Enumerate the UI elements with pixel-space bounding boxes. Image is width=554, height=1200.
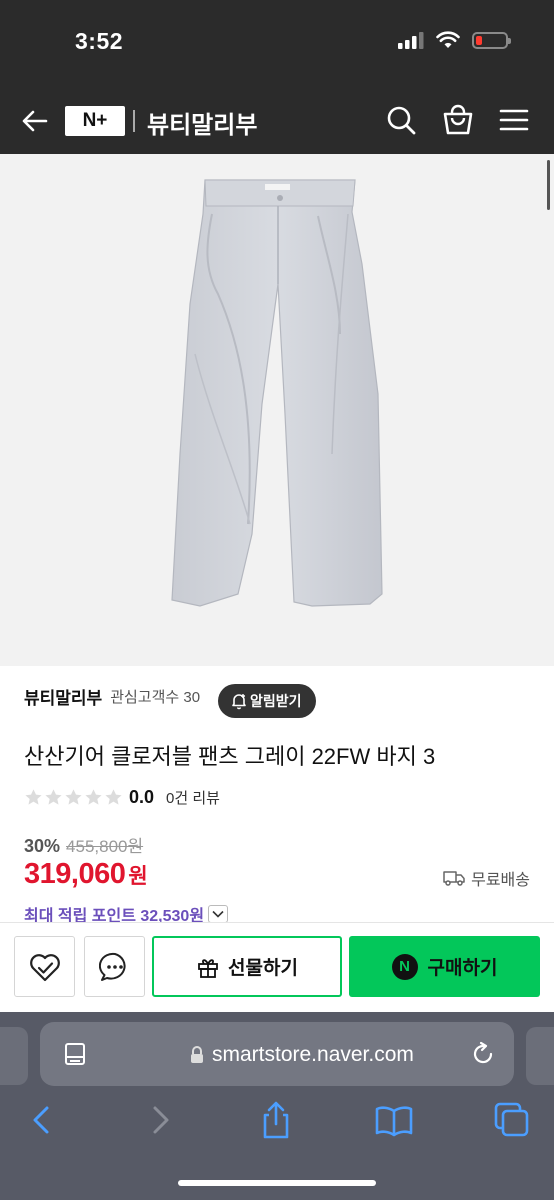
rating-value: 0.0 — [129, 787, 155, 807]
price-row: 319,060 원 — [24, 858, 148, 891]
home-indicator — [178, 1180, 376, 1186]
discount-rate: 30% — [24, 836, 61, 856]
seller-name[interactable]: 뷰티말리부 — [24, 684, 102, 709]
app-header: N+ 뷰티말리부 — [0, 88, 554, 154]
tabs-icon[interactable] — [492, 1100, 532, 1140]
star-icon — [105, 789, 122, 805]
browser-toolbar: smartstore.naver.com — [0, 1012, 554, 1200]
product-title: 산산기어 클로저블 팬츠 그레이 22FW 바지 3 — [24, 744, 436, 769]
back-icon[interactable] — [22, 1100, 62, 1140]
back-arrow-icon[interactable] — [18, 104, 52, 138]
rating-stars — [24, 788, 123, 807]
bell-plus-icon — [232, 694, 246, 710]
alarm-label: 알림받기 — [250, 693, 302, 709]
store-title[interactable]: 뷰티말리부 — [147, 105, 257, 140]
status-time: 3:52 — [75, 28, 124, 54]
star-icon — [65, 789, 82, 805]
star-icon — [85, 789, 102, 805]
shopping-bag-icon[interactable] — [440, 102, 476, 138]
purchase-action-bar: 선물하기 N 구매하기 — [0, 922, 554, 1012]
buy-label: 구매하기 — [427, 958, 498, 979]
shipping-label: 무료배송 — [471, 872, 530, 889]
shipping-info: 무료배송 — [443, 866, 530, 890]
sale-price: 319,060 — [24, 858, 126, 890]
cellular-signal-icon — [398, 31, 424, 49]
share-icon[interactable] — [256, 1100, 296, 1140]
rating-row[interactable]: 0.0 0건 리뷰 — [24, 787, 220, 808]
alarm-button[interactable]: 알림받기 — [218, 684, 316, 718]
safari-nav-bar — [0, 1100, 554, 1140]
buy-button[interactable]: N 구매하기 — [349, 936, 540, 997]
gift-icon — [198, 958, 218, 978]
currency-unit: 원 — [128, 865, 148, 888]
gift-button[interactable]: 선물하기 — [152, 936, 342, 997]
chevron-down-icon[interactable] — [208, 905, 229, 923]
search-icon[interactable] — [383, 102, 419, 138]
previous-tab-peek[interactable] — [0, 1027, 28, 1085]
chat-bubble-icon — [98, 952, 126, 981]
battery-icon — [472, 31, 511, 49]
delivery-truck-icon — [443, 871, 465, 886]
menu-icon[interactable] — [496, 102, 532, 138]
status-bar: 3:52 — [0, 0, 554, 88]
talk-button[interactable] — [84, 936, 145, 997]
lock-icon — [191, 1046, 203, 1063]
address-bar[interactable]: smartstore.naver.com — [40, 1022, 514, 1086]
status-icons — [398, 31, 511, 49]
heart-check-icon — [29, 953, 60, 981]
next-tab-peek[interactable] — [526, 1027, 554, 1085]
product-image[interactable] — [0, 154, 554, 666]
scroll-indicator — [547, 160, 550, 210]
wifi-icon — [436, 31, 460, 48]
followers-count: 관심고객수 30 — [110, 689, 201, 706]
logo-divider — [133, 110, 135, 132]
gift-label: 선물하기 — [228, 958, 298, 979]
review-count[interactable]: 0건 리뷰 — [166, 787, 220, 808]
naver-plus-logo[interactable]: N+ — [65, 106, 125, 136]
star-icon — [45, 789, 62, 805]
url-text: smartstore.naver.com — [212, 1043, 414, 1066]
bookmarks-icon[interactable] — [374, 1100, 414, 1140]
forward-icon[interactable] — [140, 1100, 180, 1140]
wishlist-button[interactable] — [14, 936, 75, 997]
discount-row: 30% 455,800원 — [24, 832, 143, 857]
star-icon — [25, 789, 42, 805]
reader-mode-icon[interactable] — [64, 1042, 86, 1066]
reload-icon[interactable] — [470, 1041, 496, 1067]
original-price: 455,800원 — [66, 837, 144, 856]
seller-row: 뷰티말리부 관심고객수 30 — [24, 684, 200, 709]
npay-icon: N — [391, 953, 418, 980]
pants-photo — [171, 179, 383, 607]
